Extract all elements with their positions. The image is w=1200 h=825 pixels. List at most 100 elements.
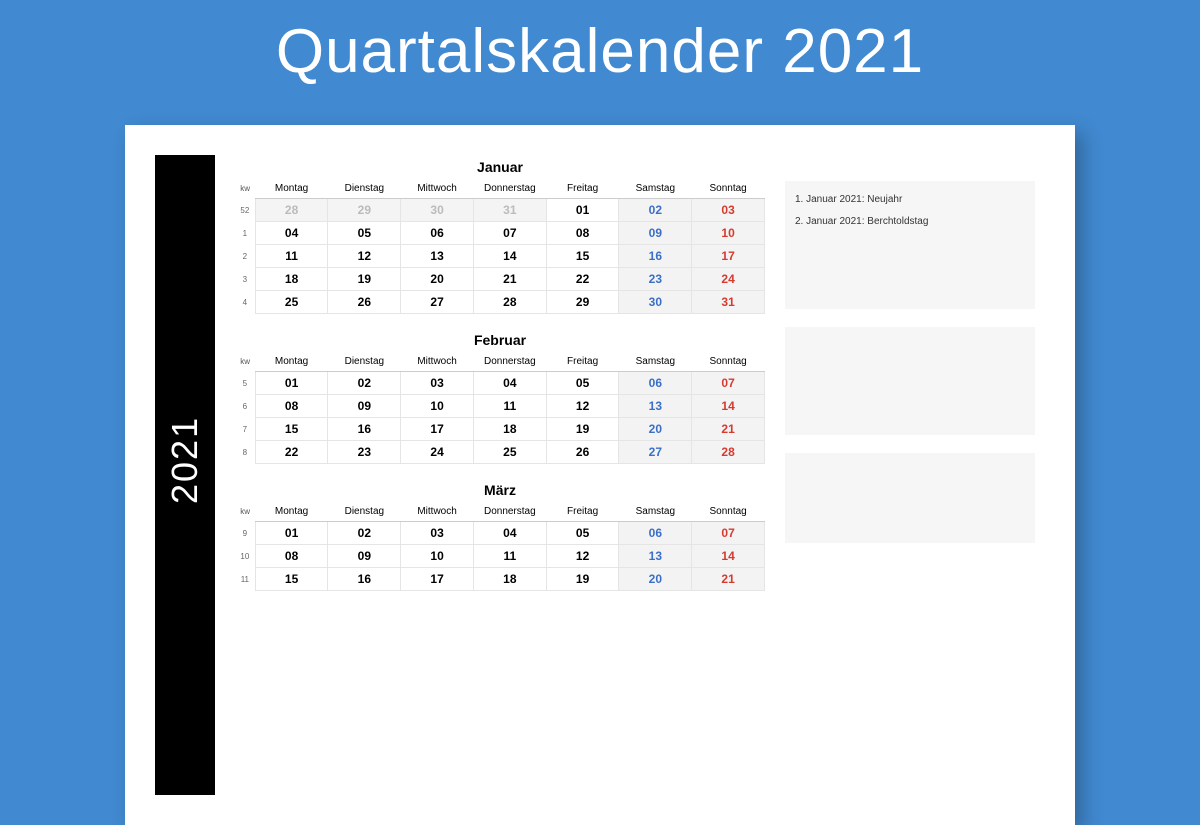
day-cell: 08 — [546, 222, 619, 245]
day-cell: 18 — [473, 418, 546, 441]
day-cell: 06 — [619, 522, 692, 545]
day-cell: 08 — [255, 395, 328, 418]
kw-cell: 4 — [235, 291, 255, 314]
day-cell: 15 — [255, 418, 328, 441]
day-cell: 27 — [401, 291, 474, 314]
day-cell: 23 — [619, 268, 692, 291]
kw-header: kw — [235, 179, 255, 199]
day-cell: 06 — [619, 372, 692, 395]
day-cell: 21 — [692, 568, 765, 591]
day-cell: 26 — [546, 441, 619, 464]
day-cell: 04 — [473, 522, 546, 545]
weekday-header: Mittwoch — [401, 502, 474, 522]
kw-cell: 11 — [235, 568, 255, 591]
kw-cell: 7 — [235, 418, 255, 441]
day-cell: 07 — [692, 522, 765, 545]
day-cell: 05 — [328, 222, 401, 245]
day-cell: 07 — [692, 372, 765, 395]
kw-cell: 10 — [235, 545, 255, 568]
weekday-header: Freitag — [546, 502, 619, 522]
month-block: FebruarkwMontagDienstagMittwochDonnersta… — [235, 332, 765, 464]
weekday-header: Samstag — [619, 179, 692, 199]
day-cell: 19 — [328, 268, 401, 291]
day-cell: 20 — [619, 418, 692, 441]
day-cell: 03 — [401, 372, 474, 395]
month-notes — [785, 453, 1035, 543]
day-cell: 24 — [692, 268, 765, 291]
weekday-header: Mittwoch — [401, 179, 474, 199]
note-line: 1. Januar 2021: Neujahr — [795, 189, 1025, 211]
month-name: Januar — [235, 159, 765, 175]
weekday-header: Dienstag — [328, 179, 401, 199]
day-cell: 18 — [473, 568, 546, 591]
month-block: Januar kwMontagDienstagMittwochDonnerstag… — [235, 159, 765, 314]
day-cell: 31 — [473, 199, 546, 222]
weekday-header: Donnerstag — [473, 502, 546, 522]
week-row: 901020304050607 — [235, 522, 765, 545]
day-cell: 26 — [328, 291, 401, 314]
day-cell: 04 — [473, 372, 546, 395]
month-block: MärzkwMontagDienstagMittwochDonnerstagFr… — [235, 482, 765, 591]
month-table: kwMontagDienstagMittwochDonnerstagFreita… — [235, 179, 765, 314]
day-cell: 28 — [692, 441, 765, 464]
weekday-header: Montag — [255, 502, 328, 522]
day-cell: 30 — [401, 199, 474, 222]
day-cell: 25 — [255, 291, 328, 314]
calendar-sheet: 2021 JanuarkwMontagDienstagMittwochDonne… — [125, 125, 1075, 825]
day-cell: 04 — [255, 222, 328, 245]
day-cell: 31 — [692, 291, 765, 314]
day-cell: 05 — [546, 522, 619, 545]
weekday-header: Freitag — [546, 179, 619, 199]
day-cell: 13 — [401, 245, 474, 268]
day-cell: 22 — [546, 268, 619, 291]
day-cell: 16 — [328, 568, 401, 591]
week-row: 425262728293031 — [235, 291, 765, 314]
month-table: kwMontagDienstagMittwochDonnerstagFreita… — [235, 502, 765, 591]
weekday-header: Sonntag — [692, 352, 765, 372]
day-cell: 03 — [692, 199, 765, 222]
week-row: 501020304050607 — [235, 372, 765, 395]
day-cell: 17 — [401, 418, 474, 441]
day-cell: 01 — [255, 522, 328, 545]
page-title: Quartalskalender 2021 — [0, 0, 1200, 87]
week-row: 608091011121314 — [235, 395, 765, 418]
week-row: 1115161718192021 — [235, 568, 765, 591]
day-cell: 02 — [328, 522, 401, 545]
day-cell: 12 — [546, 395, 619, 418]
kw-header: kw — [235, 502, 255, 522]
day-cell: 15 — [546, 245, 619, 268]
day-cell: 12 — [328, 245, 401, 268]
week-row: 5228293031010203 — [235, 199, 765, 222]
day-cell: 10 — [401, 395, 474, 418]
day-cell: 24 — [401, 441, 474, 464]
day-cell: 30 — [619, 291, 692, 314]
year-band: 2021 — [155, 155, 215, 795]
day-cell: 27 — [619, 441, 692, 464]
week-row: 822232425262728 — [235, 441, 765, 464]
day-cell: 11 — [255, 245, 328, 268]
day-cell: 19 — [546, 568, 619, 591]
day-cell: 11 — [473, 395, 546, 418]
day-cell: 23 — [328, 441, 401, 464]
weekday-header: Donnerstag — [473, 352, 546, 372]
week-row: 1008091011121314 — [235, 545, 765, 568]
day-cell: 29 — [546, 291, 619, 314]
day-cell: 09 — [328, 545, 401, 568]
day-cell: 10 — [401, 545, 474, 568]
weekday-header: Donnerstag — [473, 179, 546, 199]
month-name: Februar — [235, 332, 765, 348]
weekday-header: Montag — [255, 179, 328, 199]
weekday-header: Samstag — [619, 502, 692, 522]
day-cell: 16 — [619, 245, 692, 268]
weekday-header: Mittwoch — [401, 352, 474, 372]
day-cell: 14 — [473, 245, 546, 268]
day-cell: 13 — [619, 545, 692, 568]
day-cell: 20 — [401, 268, 474, 291]
day-cell: 25 — [473, 441, 546, 464]
day-cell: 29 — [328, 199, 401, 222]
month-notes — [785, 327, 1035, 435]
note-line: 2. Januar 2021: Berchtoldstag — [795, 211, 1025, 233]
day-cell: 28 — [473, 291, 546, 314]
kw-header: kw — [235, 352, 255, 372]
kw-cell: 2 — [235, 245, 255, 268]
